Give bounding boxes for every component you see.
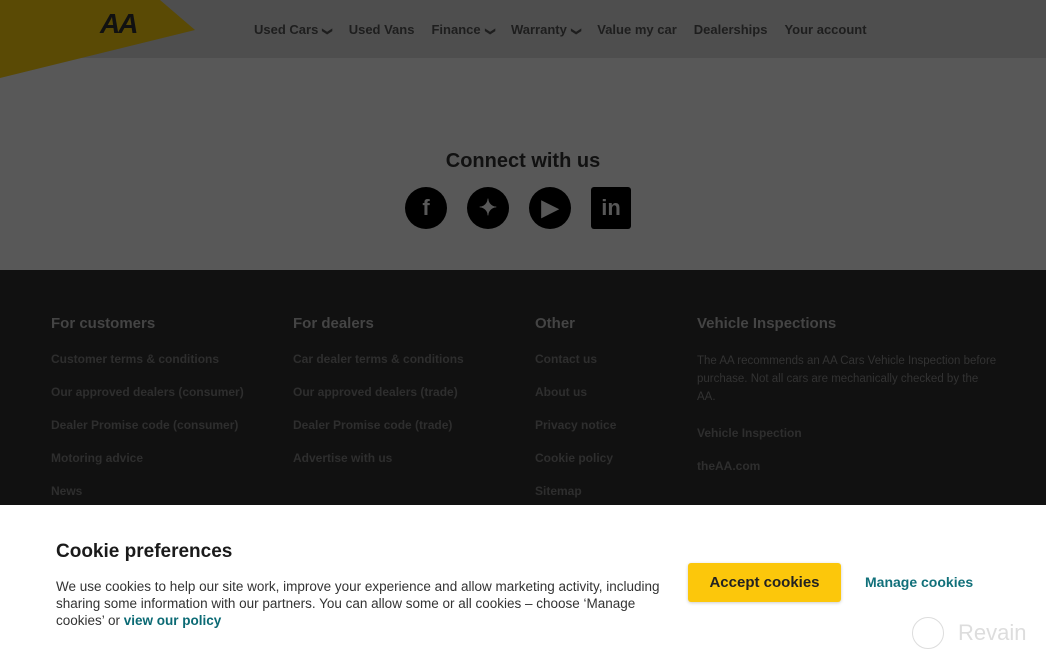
nav-label: Finance <box>431 22 481 37</box>
twitter-icon[interactable]: ✦ <box>467 187 509 229</box>
linkedin-icon[interactable]: in <box>591 187 631 229</box>
site-header: AA Used Cars ❯ Used Vans Finance ❯ Warrant… <box>0 0 1046 78</box>
nav-used-cars[interactable]: Used Cars ❯ <box>254 22 334 37</box>
footer-col-inspections: Vehicle Inspections The AA recommends an… <box>697 315 997 492</box>
nav-label: Warranty <box>510 22 567 37</box>
footer-col-other: Other Contact us About us Privacy notice… <box>535 315 616 517</box>
footer-link[interactable]: Car dealer terms & conditions <box>293 352 464 366</box>
watermark-text: Revain <box>958 620 1027 645</box>
chevron-down-icon: ❯ <box>484 27 496 36</box>
main-nav: Used Cars ❯ Used Vans Finance ❯ Warranty ❯ … <box>254 22 867 37</box>
site-footer: For customers Customer terms & condition… <box>0 270 1046 505</box>
footer-link[interactable]: News <box>51 484 244 498</box>
nav-finance[interactable]: Finance ❯ <box>431 22 496 37</box>
facebook-icon[interactable]: f <box>405 187 447 229</box>
footer-link[interactable]: Cookie policy <box>535 451 616 465</box>
footer-heading: For dealers <box>293 315 374 332</box>
youtube-icon[interactable]: ▶ <box>529 187 571 229</box>
footer-link[interactable]: Sitemap <box>535 484 616 498</box>
nav-used-vans[interactable]: Used Vans <box>349 22 415 37</box>
nav-label: Used Cars <box>254 22 319 37</box>
footer-link[interactable]: Our approved dealers (trade) <box>293 385 464 399</box>
nav-label: Used Vans <box>348 22 415 37</box>
accept-cookies-button[interactable]: Accept cookies <box>688 563 841 602</box>
chevron-down-icon: ❯ <box>322 27 334 36</box>
footer-link[interactable]: Dealer Promise code (trade) <box>293 418 464 432</box>
social-links: f ✦ ▶ in <box>405 187 631 229</box>
policy-link[interactable]: view our policy <box>124 613 222 628</box>
chevron-down-icon: ❯ <box>570 27 582 36</box>
nav-your-account[interactable]: Your account <box>784 22 866 37</box>
nav-value-my-car[interactable]: Value my car <box>597 22 677 37</box>
footer-link[interactable]: theAA.com <box>697 459 997 473</box>
connect-title: Connect with us <box>445 150 601 172</box>
footer-link[interactable]: Privacy notice <box>535 418 616 432</box>
manage-cookies-link[interactable]: Manage cookies <box>865 574 973 590</box>
cookie-banner: Cookie preferences We use cookies to hel… <box>0 505 1046 662</box>
footer-link[interactable]: Dealer Promise code (consumer) <box>51 418 244 432</box>
footer-heading: Other <box>535 315 576 332</box>
footer-link[interactable]: Motoring advice <box>51 451 244 465</box>
footer-col-dealers: For dealers Car dealer terms & condition… <box>293 315 464 484</box>
footer-link[interactable]: Customer terms & conditions <box>51 352 244 366</box>
nav-dealerships[interactable]: Dealerships <box>694 22 768 37</box>
footer-heading: Vehicle Inspections <box>697 315 837 332</box>
footer-heading: For customers <box>51 315 156 332</box>
aa-logo[interactable]: AA <box>100 8 138 40</box>
footer-link[interactable]: Contact us <box>535 352 616 366</box>
footer-link[interactable]: Our approved dealers (consumer) <box>51 385 244 399</box>
footer-link[interactable]: Advertise with us <box>293 451 464 465</box>
footer-link[interactable]: About us <box>535 385 616 399</box>
footer-link[interactable]: Vehicle Inspection <box>697 426 997 440</box>
cookie-title: Cookie preferences <box>56 541 233 562</box>
nav-label: Value my car <box>597 22 677 37</box>
nav-warranty[interactable]: Warranty ❯ <box>510 22 582 37</box>
nav-label: Dealerships <box>693 22 768 37</box>
cookie-text: We use cookies to help our site work, im… <box>56 578 666 629</box>
inspection-text: The AA recommends an AA Cars Vehicle Ins… <box>697 355 997 403</box>
nav-label: Your account <box>784 22 867 37</box>
revain-watermark: Revain <box>912 617 1026 649</box>
footer-col-customers: For customers Customer terms & condition… <box>51 315 244 517</box>
revain-logo-icon <box>912 617 944 649</box>
